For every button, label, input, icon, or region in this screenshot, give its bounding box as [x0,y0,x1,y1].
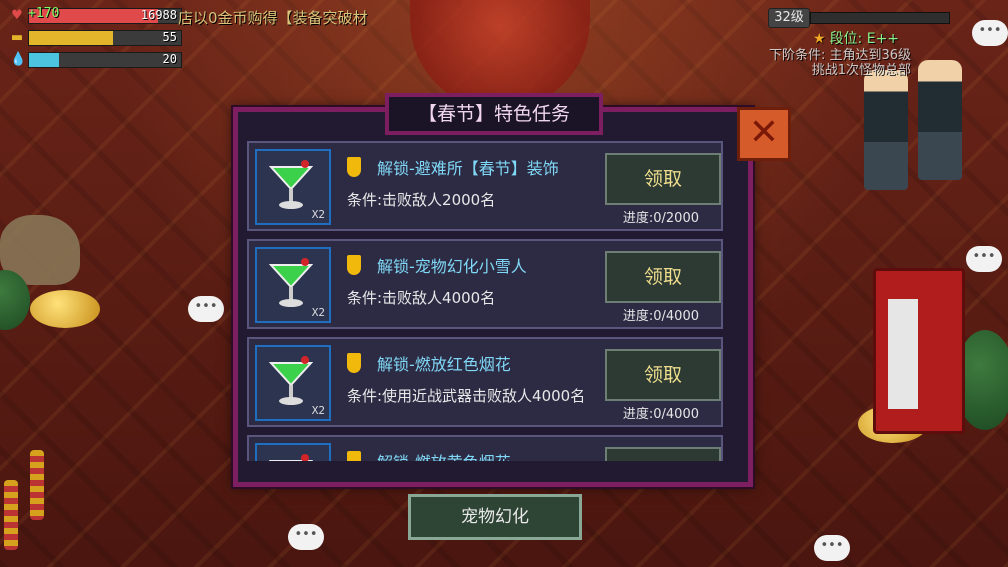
gold-ingot-decoration [30,290,100,328]
task-item: X2 解锁-燃放红色烟花 条件:使用近战武器击败敌人4000名 领取 进度:0/… [247,337,723,427]
next-condition-line: 挑战1次怪物总部 [811,63,911,78]
rank-display[interactable]: ★ 段位: E++ [813,28,899,48]
task-condition: 条件:击败敌人4000名 [347,289,496,307]
energy-bar: 55 [28,30,182,46]
energy-fill [29,31,113,45]
task-name: 解锁-避难所【春节】装饰 [377,159,559,178]
shield-badge-icon [347,353,361,373]
water-value: 20 [162,52,177,66]
task-progress: 进度:0/4000 [622,407,699,422]
claim-button[interactable]: 领取 [605,251,721,303]
next-rank-conditions: 下阶条件: 主角达到36级 挑战1次怪物总部 [769,48,911,78]
task-progress: 进度:0/2000 [622,211,699,226]
close-icon: ✕ [748,112,780,153]
claim-button[interactable]: 领取 [605,447,721,461]
energy-value: 55 [162,30,177,44]
claim-button[interactable]: 领取 [605,153,721,205]
reward-thumbnail[interactable]: X2 [255,149,331,225]
rank-label: 段位: E++ [829,31,900,47]
task-name: 解锁-宠物幻化小雪人 [377,257,527,276]
shield-badge-icon [347,255,361,275]
panel-title: 【春节】特色任务 [385,93,603,135]
cocktail-glass-icon [269,454,313,461]
player-level: 32级 [768,8,810,28]
task-list[interactable]: X2 解锁-避难所【春节】装饰 条件:击败敌人2000名 领取 进度:0/200… [247,141,723,461]
health-gain-popup: +170 [28,6,60,21]
water-row: 💧 20 [10,52,182,68]
announcement-ticker: 店以0金币购得【装备突破材 [178,9,368,27]
vending-machine[interactable] [873,268,965,434]
task-item: X2 解锁-宠物幻化小雪人 条件:击败敌人4000名 领取 进度:0/4000 [247,239,723,329]
reward-count: X2 [311,208,325,221]
speech-bubble-icon[interactable]: ••• [814,535,850,561]
player-character[interactable] [918,60,962,180]
task-name: 解锁-燃放红色烟花 [377,355,511,374]
cocktail-glass-icon [269,258,313,307]
firecracker-decoration [4,480,18,550]
shield-badge-icon [347,451,361,461]
cocktail-glass-icon [269,356,313,405]
water-fill [29,53,60,67]
npc-character[interactable] [864,70,908,190]
reward-thumbnail[interactable]: X2 [255,345,331,421]
task-condition: 条件:击败敌人2000名 [347,191,496,209]
reward-thumbnail[interactable]: X2 [255,247,331,323]
star-icon: ★ [813,31,826,47]
water-drop-icon: 💧 [10,52,27,67]
task-item: X2 解锁-燃放黄色烟花 领取 [247,435,723,461]
speech-bubble-icon[interactable]: ••• [288,524,324,550]
reward-count: X2 [311,306,325,319]
reward-count: X2 [311,404,325,417]
speech-bubble-icon[interactable]: ••• [972,20,1008,46]
experience-bar [810,12,950,24]
reward-thumbnail[interactable]: X2 [255,443,331,461]
energy-row: ▬ 55 [10,30,182,46]
heart-icon: ♥ [11,8,23,23]
speech-bubble-icon[interactable]: ••• [188,296,224,322]
water-bar: 20 [28,52,182,68]
task-name: 解锁-燃放黄色烟花 [377,449,511,461]
cocktail-glass-icon [269,160,313,209]
task-progress: 进度:0/4000 [622,309,699,324]
task-condition: 条件:使用近战武器击败敌人4000名 [347,387,586,405]
firecracker-decoration [30,450,44,520]
close-button[interactable]: ✕ [737,107,791,161]
health-value: 16988 [140,8,177,22]
next-condition-line: 下阶条件: 主角达到36级 [768,48,911,63]
pet-transform-button[interactable]: 宠物幻化 [408,494,582,540]
energy-icon: ▬ [10,30,24,45]
speech-bubble-icon[interactable]: ••• [966,246,1002,272]
shield-badge-icon [347,157,361,177]
task-item: X2 解锁-避难所【春节】装饰 条件:击败敌人2000名 领取 进度:0/200… [247,141,723,231]
claim-button[interactable]: 领取 [605,349,721,401]
